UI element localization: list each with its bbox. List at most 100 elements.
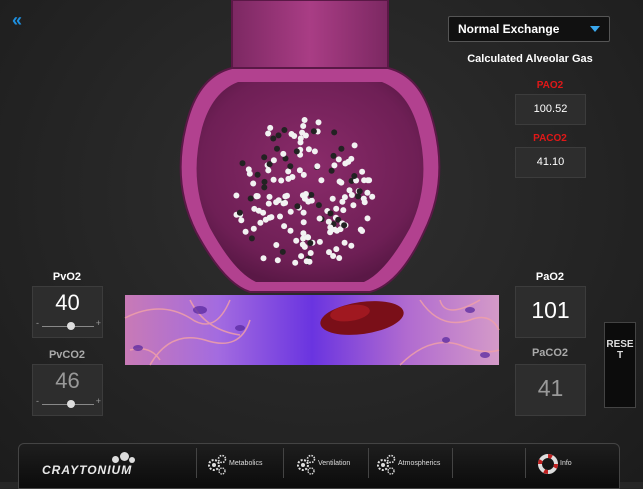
co2-molecule (355, 193, 362, 200)
o2-molecule (311, 148, 318, 155)
o2-molecule (251, 205, 258, 212)
chevron-down-icon (590, 26, 600, 32)
o2-molecule (305, 198, 312, 205)
o2-molecule (333, 246, 340, 253)
o2-molecule (287, 227, 294, 234)
o2-molecule (291, 133, 298, 139)
gears-icon (297, 454, 316, 475)
o2-molecule (260, 255, 267, 262)
o2-molecule (273, 242, 280, 248)
o2-molecule (333, 205, 340, 212)
o2-molecule (300, 123, 307, 129)
o2-molecule (336, 178, 343, 185)
o2-molecule (302, 191, 309, 197)
o2-molecule (364, 177, 371, 184)
co2-molecule (327, 210, 334, 217)
co2-molecule (341, 222, 348, 229)
pvo2-slider[interactable]: - + (36, 318, 101, 331)
o2-molecule (274, 257, 281, 264)
pvco2-control: 46 - + (32, 364, 103, 416)
o2-molecule (325, 218, 332, 225)
o2-molecule (305, 146, 312, 153)
co2-molecule (287, 163, 294, 170)
o2-molecule (364, 189, 371, 196)
o2-molecule (359, 228, 366, 234)
o2-molecule (250, 225, 257, 232)
o2-molecule (260, 209, 267, 216)
slider-min-label: - (36, 318, 39, 328)
co2-molecule (338, 145, 345, 152)
co2-molecule (248, 235, 255, 242)
o2-molecule (340, 207, 347, 214)
slider-max-label: + (95, 396, 101, 406)
paco2-alveolar-value: 41.10 (515, 147, 586, 178)
o2-molecule (296, 167, 303, 174)
reset-button[interactable]: RESET (604, 322, 636, 408)
o2-molecule (298, 253, 305, 260)
capillary-band (124, 295, 500, 366)
toolbar-divider (283, 448, 284, 478)
paco2-alveolar-label: PACO2 (533, 133, 567, 144)
craytonium-logo: CRAYTONIUM (40, 452, 150, 478)
paco2-arterial-label: PaCO2 (531, 347, 569, 359)
co2-molecule (307, 240, 314, 246)
o2-molecule (282, 193, 289, 200)
co2-molecule (279, 248, 286, 255)
slider-max-label: + (95, 318, 101, 328)
o2-molecule (300, 235, 307, 242)
o2-molecule (280, 150, 287, 157)
co2-molecule (236, 209, 243, 216)
co2-molecule (274, 145, 280, 152)
o2-molecule (265, 200, 272, 207)
o2-molecule (348, 242, 355, 249)
o2-molecule (257, 219, 264, 226)
co2-molecule (239, 160, 246, 167)
o2-molecule (359, 168, 366, 175)
atmospherics-label: Atmospherics (398, 460, 441, 467)
o2-molecule (238, 217, 245, 224)
pvco2-slider[interactable]: - + (36, 396, 101, 409)
toolbar-divider (452, 448, 453, 478)
co2-molecule (294, 203, 301, 210)
pao2-alveolar-value: 100.52 (515, 94, 586, 125)
co2-molecule (328, 167, 335, 174)
o2-molecule (331, 162, 338, 169)
o2-molecule (364, 215, 371, 222)
o2-molecule (335, 156, 342, 163)
ventilation-label: Ventilation (318, 460, 351, 467)
co2-molecule (254, 171, 261, 178)
o2-molecule (282, 199, 289, 206)
o2-molecule (281, 223, 288, 230)
slider-thumb[interactable] (66, 400, 75, 408)
slider-min-label: - (36, 396, 39, 406)
co2-molecule (261, 178, 268, 185)
o2-molecule (300, 230, 307, 237)
exchange-mode-select[interactable]: Normal Exchange (448, 16, 610, 42)
gears-icon (377, 454, 396, 475)
o2-molecule (348, 192, 355, 198)
o2-molecule (277, 213, 283, 220)
alveolar-gas-title: Calculated Alveolar Gas (467, 53, 593, 65)
co2-molecule (270, 135, 277, 142)
toolbar-divider (196, 448, 197, 478)
o2-molecule (316, 215, 323, 222)
slider-thumb[interactable] (66, 322, 75, 330)
o2-molecule (270, 157, 277, 164)
o2-molecule (262, 216, 269, 223)
o2-molecule (300, 219, 307, 226)
o2-molecule (245, 166, 252, 173)
pvo2-label: PvO2 (52, 271, 82, 283)
co2-molecule (331, 129, 338, 136)
o2-molecule (350, 202, 357, 209)
o2-molecule (301, 117, 308, 123)
co2-molecule (356, 188, 363, 195)
o2-molecule (265, 130, 272, 137)
co2-molecule (330, 152, 337, 159)
co2-molecule (293, 148, 300, 155)
back-button[interactable]: « (12, 10, 32, 30)
logo-text: CRAYTONIUM (42, 463, 133, 477)
exchange-mode-value: Normal Exchange (458, 22, 560, 36)
co2-molecule (247, 195, 254, 202)
o2-molecule (314, 163, 321, 170)
o2-molecule (302, 132, 309, 139)
